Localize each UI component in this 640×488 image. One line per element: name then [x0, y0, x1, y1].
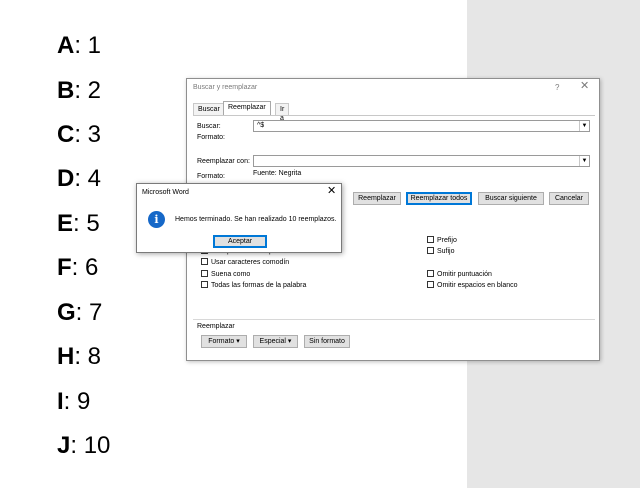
chevron-down-icon[interactable]: ▼ [579, 156, 589, 166]
tab-reemplazar[interactable]: Reemplazar [223, 101, 271, 115]
letter: D [57, 165, 75, 192]
find-value: ^$ [257, 122, 265, 129]
value: : 10 [70, 432, 111, 459]
chevron-down-icon[interactable]: ▼ [579, 121, 589, 131]
ok-button[interactable]: Aceptar [213, 235, 267, 248]
value: : 6 [71, 254, 99, 281]
value: : 1 [74, 32, 102, 59]
doc-line-a: A: 1 [57, 32, 101, 60]
value: : 3 [74, 121, 102, 148]
checkbox[interactable] [201, 281, 208, 288]
letter: C [57, 121, 75, 148]
replace-section-label: Reemplazar [197, 323, 235, 330]
close-icon[interactable]: ✕ [580, 81, 589, 92]
option-sounds-like[interactable]: Suena como [201, 270, 250, 279]
letter: H [57, 343, 75, 370]
option-label: Sufijo [437, 248, 455, 255]
format-menu-button[interactable]: Formato ▾ [201, 335, 247, 348]
option-label: Todas las formas de la palabra [211, 282, 307, 289]
doc-line-h: H: 8 [57, 343, 101, 371]
tab-buscar[interactable]: Buscar [193, 103, 225, 115]
replace-input[interactable]: ▼ [253, 155, 590, 167]
doc-line-f: F: 6 [57, 254, 98, 282]
dialog-title: Buscar y reemplazar [193, 84, 258, 91]
letter: I [57, 388, 64, 415]
letter: F [57, 254, 72, 281]
option-wildcards[interactable]: Usar caracteres comodín [201, 258, 289, 267]
value: : 9 [63, 388, 91, 415]
find-format-label: Formato: [197, 134, 226, 141]
message-text: Hemos terminado. Se han realizado 10 ree… [175, 216, 337, 223]
replace-label: Reemplazar con: [197, 158, 250, 165]
value: : 8 [74, 343, 102, 370]
value: : 2 [74, 77, 102, 104]
replace-button[interactable]: Reemplazar [353, 192, 401, 205]
doc-line-g: G: 7 [57, 299, 102, 327]
replace-format-value: Fuente: Negrita [253, 170, 302, 177]
checkbox[interactable] [427, 281, 434, 288]
no-format-button[interactable]: Sin formato [304, 335, 350, 348]
option-label: Omitir puntuación [437, 271, 492, 278]
value: : 4 [74, 165, 102, 192]
option-prefix[interactable]: Prefijo [427, 236, 457, 245]
doc-line-b: B: 2 [57, 77, 101, 105]
value: : 5 [73, 210, 100, 237]
letter: J [57, 432, 71, 459]
replace-all-button[interactable]: Reemplazar todos [406, 192, 472, 205]
doc-line-e: E: 5 [57, 210, 100, 238]
tab-divider [193, 115, 595, 116]
option-label: Suena como [211, 271, 251, 278]
checkbox[interactable] [201, 270, 208, 277]
doc-line-i: I: 9 [57, 388, 90, 416]
doc-line-j: J: 10 [57, 432, 110, 460]
tab-ir-a[interactable]: Ir a [275, 103, 290, 122]
checkbox[interactable] [201, 258, 208, 265]
option-suffix[interactable]: Sufijo [427, 247, 455, 256]
message-box: Microsoft Word ✕ i Hemos terminado. Se h… [136, 183, 342, 253]
find-label: Buscar: [197, 123, 221, 130]
checkbox[interactable] [427, 270, 434, 277]
message-box-title: Microsoft Word [142, 189, 189, 196]
option-label: Usar caracteres comodín [211, 259, 290, 266]
find-input[interactable]: ^$ ▼ [253, 120, 590, 132]
find-next-button[interactable]: Buscar siguiente [478, 192, 544, 205]
doc-line-d: D: 4 [57, 165, 101, 193]
checkbox[interactable] [427, 247, 434, 254]
cancel-button[interactable]: Cancelar [549, 192, 589, 205]
letter: A [57, 32, 75, 59]
section-divider [193, 319, 595, 320]
letter: B [57, 77, 75, 104]
option-all-word-forms[interactable]: Todas las formas de la palabra [201, 281, 306, 290]
option-ignore-whitespace[interactable]: Omitir espacios en blanco [427, 281, 518, 290]
doc-line-c: C: 3 [57, 121, 101, 149]
replace-format-label: Formato: [197, 173, 226, 180]
help-button[interactable]: ? [555, 83, 559, 92]
checkbox[interactable] [427, 236, 434, 243]
close-icon[interactable]: ✕ [327, 186, 336, 197]
option-label: Omitir espacios en blanco [437, 282, 518, 289]
info-icon: i [148, 211, 165, 228]
letter: E [57, 210, 74, 237]
value: : 7 [75, 299, 103, 326]
option-ignore-punctuation[interactable]: Omitir puntuación [427, 270, 492, 279]
letter: G [57, 299, 76, 326]
special-menu-button[interactable]: Especial ▾ [253, 335, 298, 348]
option-label: Prefijo [437, 237, 457, 244]
